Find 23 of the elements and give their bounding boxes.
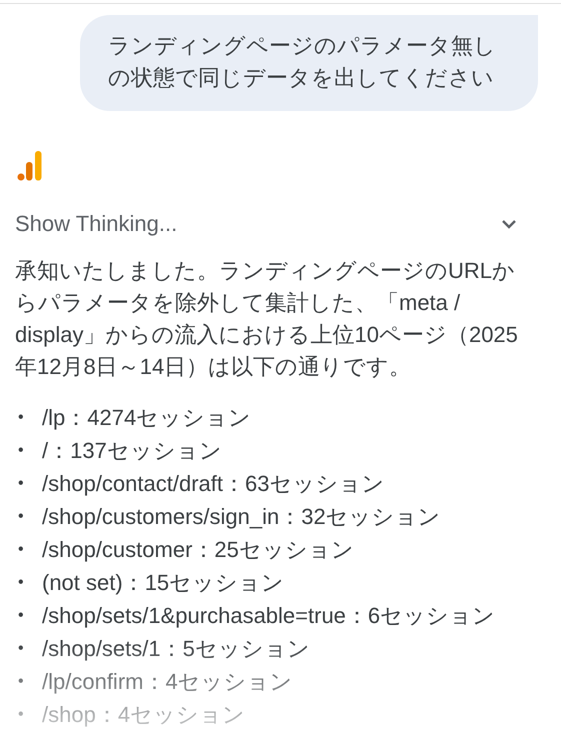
- bullet: •: [18, 639, 25, 659]
- bullet: •: [18, 507, 25, 527]
- response-text: 承知いたしました。ランディングページのURLからパラメータを除外して集計した、「meta / display」からの流入における上位10ページ（2025年12月8日～14日）は以下の通りです。: [15, 257, 519, 381]
- bullet: •: [18, 441, 25, 461]
- user-message: ランディングページのパラメータ無しの状態で同じデータを出してください: [80, 15, 538, 111]
- list-item: /shop/sets/1&purchasable=true：6セッション: [42, 602, 496, 630]
- bullet: •: [18, 573, 25, 593]
- bullet: •: [18, 540, 25, 560]
- list-item: /lp/confirm：4セッション: [42, 668, 293, 696]
- list-item: /lp：4274セッション: [42, 404, 252, 432]
- list-item: /shop/customers/sign_in：32セッション: [42, 503, 441, 531]
- list-item: /shop/contact/draft：63セッション: [42, 470, 384, 498]
- list-item: /shop/sets/1：5セッション: [42, 635, 310, 663]
- list-item: /shop/customer：25セッション: [42, 536, 354, 564]
- list-item: (not set)：15セッション: [42, 569, 284, 597]
- bullet: •: [18, 408, 25, 428]
- bullet: •: [18, 474, 25, 494]
- bullet: •: [18, 672, 25, 692]
- bullet: •: [18, 606, 25, 626]
- list-item: /：137セッション: [42, 437, 222, 465]
- list-item: /shop：4セッション: [42, 701, 246, 729]
- bullet: •: [18, 705, 25, 725]
- show-thinking-toggle[interactable]: Show Thinking...: [15, 211, 521, 237]
